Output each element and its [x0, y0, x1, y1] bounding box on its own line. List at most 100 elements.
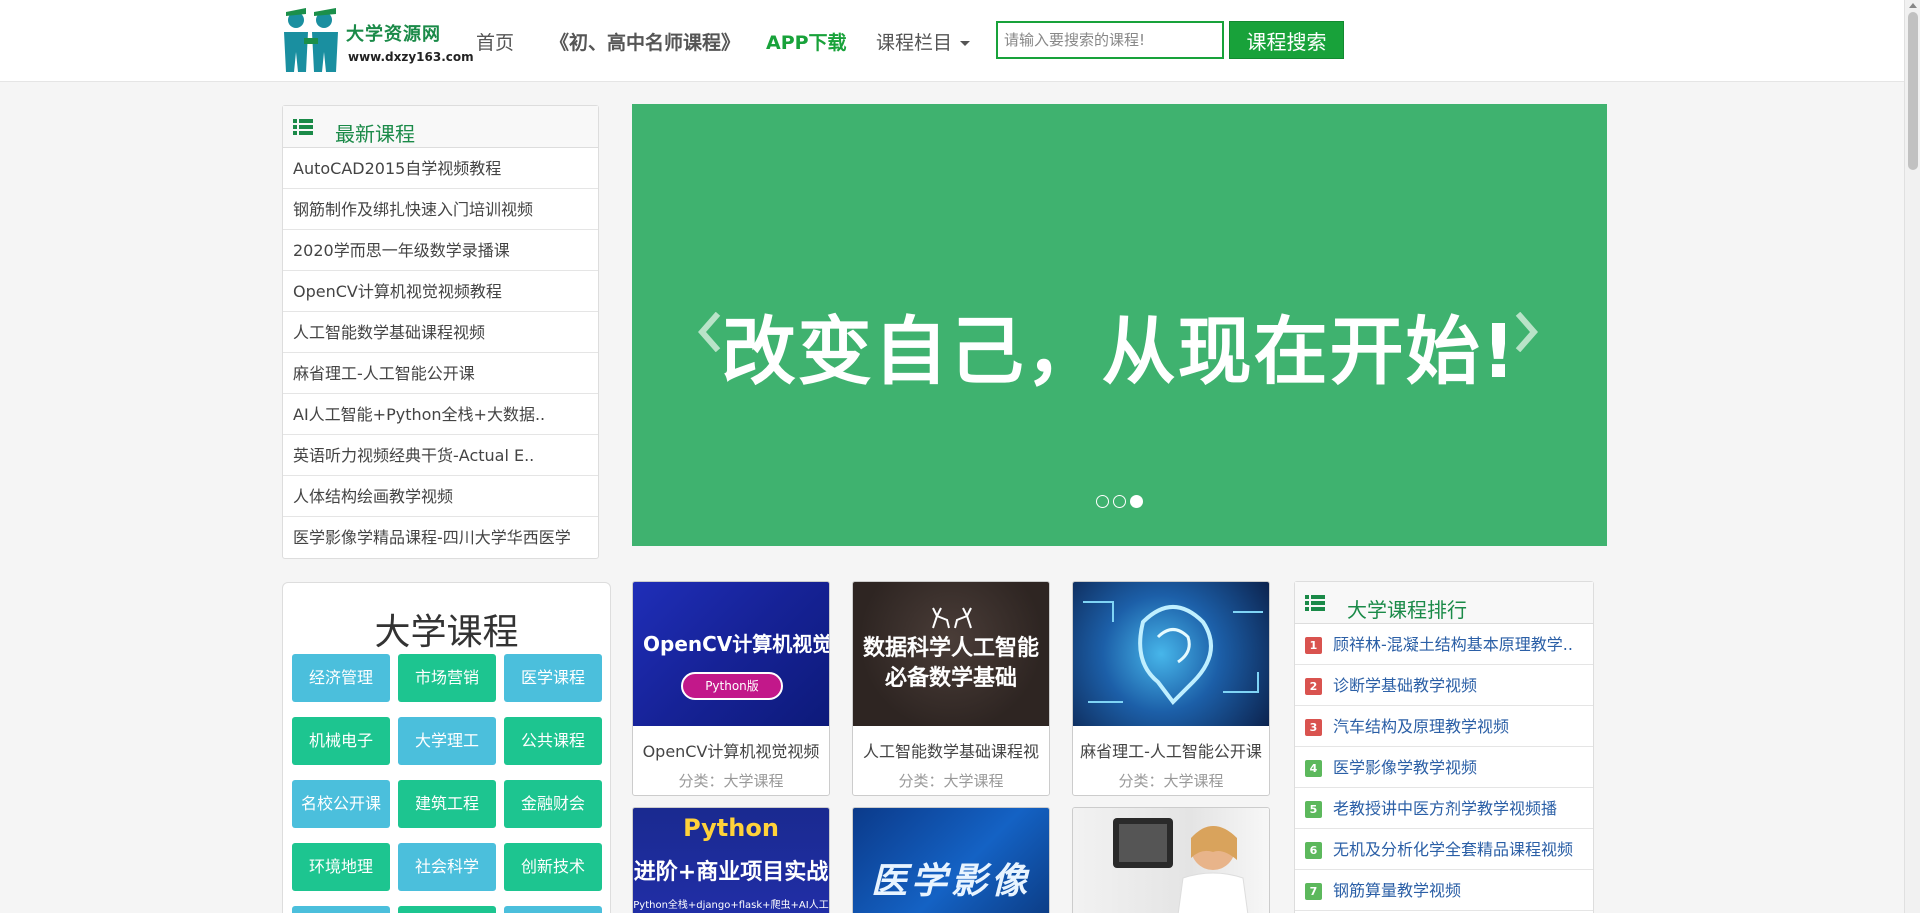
thumbnail-title: Python [683, 814, 779, 842]
latest-course-link[interactable]: 英语听力视频经典干货-Actual E.. [283, 435, 598, 476]
course-thumbnail [1073, 582, 1269, 726]
rank-badge: 6 [1305, 842, 1322, 859]
latest-course-link[interactable]: AI人工智能+Python全栈+大数据.. [283, 394, 598, 435]
course-thumbnail: Python 进阶+商业项目实战 Python全栈+django+flask+爬… [633, 808, 829, 913]
course-ranking-header: 大学课程排行 [1295, 582, 1593, 624]
rank-badge: 7 [1305, 883, 1322, 900]
course-card[interactable]: OpenCV计算机视觉实战 Python版 OpenCV计算机视觉视频 分类：大… [632, 581, 830, 796]
course-name[interactable]: 麻省理工-人工智能公开课 [1073, 738, 1269, 762]
ranking-item-label: 钢筋算量教学视频 [1333, 881, 1462, 900]
category-tag[interactable]: 创新技术 [504, 843, 602, 891]
nav-home-link[interactable]: 首页 [476, 28, 514, 55]
university-courses-panel: 大学课程 经济管理 市场营销 医学课程 机械电子 大学理工 公共课程 名校公开课… [282, 582, 611, 913]
category-tag[interactable]: 金融财会 [504, 780, 602, 828]
hero-carousel[interactable]: 改变自己，从现在开始! [632, 104, 1607, 546]
nav-app-download-link[interactable]: APP下载 [766, 28, 847, 55]
category-tag[interactable]: 经济管理 [292, 654, 390, 702]
latest-course-link[interactable]: OpenCV计算机视觉视频教程 [283, 271, 598, 312]
rank-badge: 1 [1305, 637, 1322, 654]
ranking-item[interactable]: 7 钢筋算量教学视频 [1295, 870, 1593, 911]
course-card[interactable]: Python 进阶+商业项目实战 Python全栈+django+flask+爬… [632, 807, 830, 913]
rank-badge: 3 [1305, 719, 1322, 736]
deer-icon [932, 607, 972, 629]
list-icon [293, 119, 313, 135]
category-tag[interactable]: 市场营销 [398, 654, 496, 702]
ranking-item-label: 医学影像学教学视频 [1333, 758, 1478, 777]
ranking-item-label: 老教授讲中医方剂学教学视频播 [1333, 799, 1558, 818]
carousel-dot-active[interactable] [1130, 495, 1143, 508]
latest-courses-header: 最新课程 [283, 106, 598, 148]
ranking-item[interactable]: 2 诊断学基础教学视频 [1295, 665, 1593, 706]
course-thumbnail: 医学影像学 [853, 808, 1049, 913]
course-name[interactable]: 人工智能数学基础课程视 [853, 738, 1049, 762]
category-tag[interactable]: 机械电子 [292, 717, 390, 765]
brain-circuit-icon [1083, 601, 1263, 706]
page-scrollbar[interactable] [1904, 0, 1920, 913]
category-tag[interactable] [504, 906, 602, 913]
latest-course-link[interactable]: AutoCAD2015自学视频教程 [283, 148, 598, 189]
chevron-right-icon[interactable] [1512, 312, 1542, 352]
ranking-item[interactable]: 1 顾祥林-混凝土结构基本原理教学.. [1295, 624, 1593, 665]
category-tag[interactable] [398, 906, 496, 913]
thumbnail-title-line2: 必备数学基础 [884, 666, 1017, 691]
course-category: 分类：大学课程 [898, 772, 1004, 790]
nav-course-columns-dropdown[interactable]: 课程栏目 [876, 28, 971, 55]
course-thumbnail: OpenCV计算机视觉实战 Python版 [633, 582, 829, 726]
thumbnail-badge: Python版 [681, 672, 783, 700]
scrollbar-thumb[interactable] [1908, 12, 1918, 170]
logo-url: www.dxzy163.com [348, 50, 474, 64]
ranking-item-label: 汽车结构及原理教学视频 [1333, 717, 1510, 736]
nav-famous-teachers-link[interactable]: 《初、高中名师课程》 [550, 28, 740, 55]
doctor-ultrasound-photo [1113, 818, 1249, 913]
category-tag[interactable]: 建筑工程 [398, 780, 496, 828]
nav-course-columns-label: 课程栏目 [876, 32, 953, 54]
latest-course-link[interactable]: 钢筋制作及绑扎快速入门培训视频 [283, 189, 598, 230]
course-card[interactable]: 麻省理工-人工智能公开课 分类：大学课程 [1072, 581, 1270, 796]
course-ranking-panel: 大学课程排行 1 顾祥林-混凝土结构基本原理教学.. 2 诊断学基础教学视频 3 汽车… [1294, 581, 1594, 913]
ranking-item[interactable]: 3 汽车结构及原理教学视频 [1295, 706, 1593, 747]
chevron-left-icon[interactable] [694, 312, 724, 352]
carousel-indicators [1096, 493, 1147, 508]
category-tag[interactable]: 大学理工 [398, 717, 496, 765]
latest-course-link[interactable]: 2020学而思一年级数学录播课 [283, 230, 598, 271]
latest-course-link[interactable]: 人工智能数学基础课程视频 [283, 312, 598, 353]
course-thumbnail: 数据科学人工智能 必备数学基础 [853, 582, 1049, 726]
course-card[interactable] [1072, 807, 1270, 913]
latest-courses-list: AutoCAD2015自学视频教程 钢筋制作及绑扎快速入门培训视频 2020学而… [283, 148, 598, 558]
latest-course-link[interactable]: 麻省理工-人工智能公开课 [283, 353, 598, 394]
ranking-item-label: 顾祥林-混凝土结构基本原理教学.. [1333, 635, 1573, 654]
category-tag[interactable]: 环境地理 [292, 843, 390, 891]
category-tag[interactable]: 名校公开课 [292, 780, 390, 828]
rank-badge: 4 [1305, 760, 1322, 777]
site-logo[interactable]: 大学资源网 www.dxzy163.com [282, 8, 474, 74]
thumbnail-title: 数据科学人工智能 必备数学基础 [853, 634, 1049, 694]
carousel-dot[interactable] [1096, 495, 1109, 508]
latest-course-link[interactable]: 医学影像学精品课程-四川大学华西医学 [283, 517, 598, 558]
category-tag[interactable] [292, 906, 390, 913]
carousel-slogan: 改变自己，从现在开始! [721, 309, 1518, 395]
course-ranking-list: 1 顾祥林-混凝土结构基本原理教学.. 2 诊断学基础教学视频 3 汽车结构及原理教学… [1295, 624, 1593, 911]
course-card[interactable]: 数据科学人工智能 必备数学基础 人工智能数学基础课程视 分类：大学课程 [852, 581, 1050, 796]
course-search-button[interactable]: 课程搜索 [1229, 21, 1344, 59]
ranking-item[interactable]: 6 无机及分析化学全套精品课程视频 [1295, 829, 1593, 870]
category-tag[interactable]: 社会科学 [398, 843, 496, 891]
university-courses-title: 大学课程 [374, 612, 519, 653]
latest-course-link[interactable]: 人体结构绘画教学视频 [283, 476, 598, 517]
ranking-item[interactable]: 5 老教授讲中医方剂学教学视频播 [1295, 788, 1593, 829]
ranking-item[interactable]: 4 医学影像学教学视频 [1295, 747, 1593, 788]
thumbnail-note: Python全栈+django+flask+爬虫+AI人工智能 [633, 900, 829, 911]
course-card[interactable]: 医学影像学 [852, 807, 1050, 913]
thumbnail-title-line1: 数据科学人工智能 [862, 636, 1039, 661]
category-tag[interactable]: 医学课程 [504, 654, 602, 702]
category-tag[interactable]: 公共课程 [504, 717, 602, 765]
latest-courses-panel: 最新课程 AutoCAD2015自学视频教程 钢筋制作及绑扎快速入门培训视频 2… [282, 105, 599, 559]
course-name[interactable]: OpenCV计算机视觉视频 [633, 738, 829, 762]
thumbnail-title: OpenCV计算机视觉实战 [643, 632, 829, 656]
ranking-item-label: 无机及分析化学全套精品课程视频 [1333, 840, 1574, 859]
rank-badge: 5 [1305, 801, 1322, 818]
course-search-input[interactable] [996, 21, 1224, 59]
graduate-figures-logo-icon [284, 8, 338, 72]
scroll-up-arrow-icon[interactable] [1909, 3, 1917, 8]
carousel-dot[interactable] [1113, 495, 1126, 508]
course-thumbnail [1073, 808, 1269, 913]
